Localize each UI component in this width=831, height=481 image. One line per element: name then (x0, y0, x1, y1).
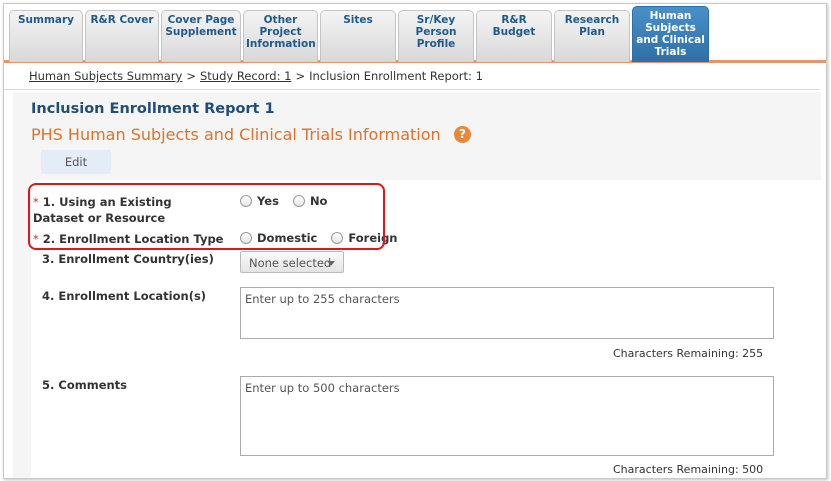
tab-cover-page-supplement[interactable]: Cover Page Supplement (161, 10, 241, 62)
question-text: Enrollment Location(s) (58, 289, 207, 303)
breadcrumb: Human Subjects Summary > Study Record: 1 > I… (4, 63, 820, 90)
tab-label: Research Plan (564, 14, 620, 38)
main-content: Inclusion Enrollment Report 1 PHS Human … (13, 92, 821, 478)
characters-remaining-500: Characters Remaining: 500 (613, 463, 764, 476)
tab-sites[interactable]: Sites (320, 10, 396, 62)
characters-remaining-255: Characters Remaining: 255 (613, 347, 764, 360)
question-number: 4. (42, 289, 55, 303)
page-title: Inclusion Enrollment Report 1 (31, 101, 275, 117)
breadcrumb-link-study-record[interactable]: Study Record: 1 (200, 69, 291, 83)
question-text: Enrollment Country(ies) (58, 252, 214, 266)
question-number: 5. (42, 378, 55, 392)
tab-research-plan[interactable]: Research Plan (554, 10, 630, 62)
tab-bar: Summary R&R Cover Cover Page Supplement … (4, 4, 826, 63)
tab-label: Human Subjects and Clinical Trials (636, 10, 705, 58)
app-frame: Summary R&R Cover Cover Page Supplement … (3, 3, 827, 479)
tab-label: R&R Cover (90, 14, 154, 26)
tab-label: Sites (343, 14, 373, 26)
question-number: 3. (42, 252, 55, 266)
tab-other-project-information[interactable]: Other Project Information (243, 10, 318, 62)
select-value: None selected (249, 256, 332, 270)
enrollment-location-textarea[interactable]: Enter up to 255 characters (240, 287, 774, 339)
tab-label: Summary (17, 14, 75, 26)
tab-summary[interactable]: Summary (9, 10, 83, 62)
tab-label: R&R Budget (492, 14, 536, 38)
tab-human-subjects-clinical-trials[interactable]: Human Subjects and Clinical Trials (632, 6, 709, 62)
caret-down-icon (327, 261, 335, 266)
section-title: PHS Human Subjects and Clinical Trials I… (31, 125, 441, 144)
enrollment-country-select[interactable]: None selected (240, 251, 344, 273)
question-circle-icon[interactable]: ? (454, 126, 471, 143)
annotation-highlight-box (28, 183, 385, 250)
question-5-label: 5. Comments (42, 377, 232, 393)
question-text: Comments (58, 378, 128, 392)
breadcrumb-separator: > (295, 69, 306, 83)
breadcrumb-link-human-subjects-summary[interactable]: Human Subjects Summary (29, 69, 182, 83)
question-3-label: 3. Enrollment Country(ies) (42, 251, 232, 267)
tab-rr-budget[interactable]: R&R Budget (476, 10, 552, 62)
comments-textarea[interactable]: Enter up to 500 characters (240, 376, 774, 456)
edit-button[interactable]: Edit (41, 150, 111, 174)
breadcrumb-separator: > (186, 69, 196, 83)
question-4-label: 4. Enrollment Location(s) (42, 288, 232, 304)
tab-label: Sr/Key Person Profile (415, 14, 457, 50)
tab-sr-key-person-profile[interactable]: Sr/Key Person Profile (398, 10, 474, 62)
tab-rr-cover[interactable]: R&R Cover (85, 10, 159, 62)
tab-label: Cover Page Supplement (165, 14, 237, 38)
breadcrumb-current: Inclusion Enrollment Report: 1 (309, 69, 483, 83)
tab-label: Other Project Information (246, 14, 316, 50)
